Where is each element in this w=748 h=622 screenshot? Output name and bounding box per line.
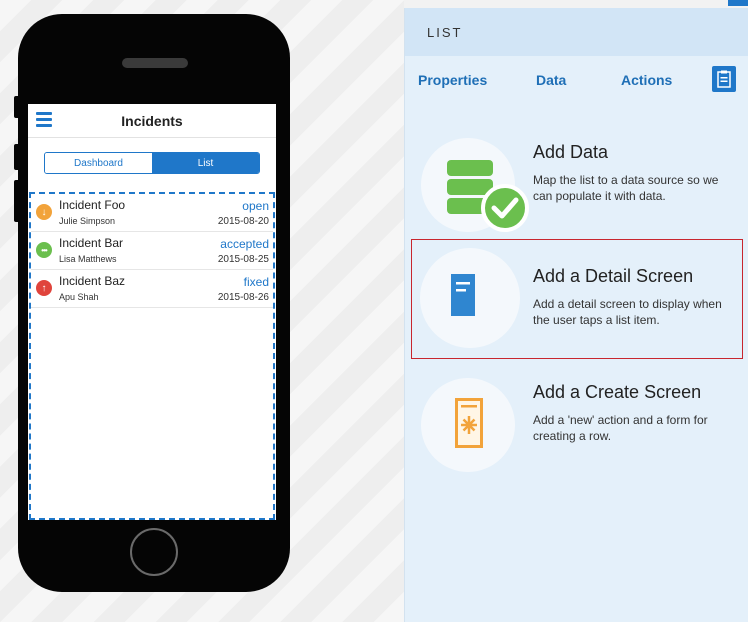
tab-data[interactable]: Data [536, 72, 566, 88]
phone-screen: Incidents Dashboard List ↓ Incident Foo … [28, 104, 276, 520]
incident-person: Julie Simpson [59, 216, 116, 226]
segment-dashboard[interactable]: Dashboard [45, 153, 152, 173]
list-item[interactable]: ↓ Incident Foo Julie Simpson open 2015-0… [31, 194, 273, 232]
phone-volume-up [14, 144, 20, 170]
incident-person: Apu Shah [59, 292, 99, 302]
clipboard-icon[interactable] [712, 66, 736, 92]
card-title: Add a Create Screen [533, 382, 702, 402]
app-title: Incidents [121, 112, 183, 129]
incident-person: Lisa Matthews [59, 254, 117, 264]
card-description: Add a detail screen to display when the … [533, 297, 722, 327]
arrow-up-icon: ↑ [36, 280, 52, 296]
card-title: Add a Detail Screen [533, 266, 694, 286]
incident-date: 2015-08-20 [217, 216, 269, 227]
incident-date: 2015-08-26 [217, 292, 269, 303]
corner-button[interactable] [728, 0, 748, 6]
ellipsis-icon: ••• [36, 242, 52, 258]
phone-mute-switch [14, 96, 20, 118]
panel-header: LIST [405, 8, 748, 56]
incident-title: Incident Bar [59, 236, 124, 250]
create-screen-icon [455, 398, 483, 448]
arrow-down-icon: ↓ [36, 204, 52, 220]
database-check-icon [447, 160, 529, 232]
incident-status: accepted [220, 237, 269, 251]
segment-list[interactable]: List [152, 153, 259, 173]
incident-title: Incident Foo [59, 198, 126, 212]
incident-list[interactable]: ↓ Incident Foo Julie Simpson open 2015-0… [29, 192, 275, 520]
panel-title: LIST [427, 24, 463, 40]
detail-screen-icon [451, 274, 475, 316]
add-detail-screen-card[interactable]: Add a Detail Screen Add a detail screen … [411, 239, 743, 359]
add-create-screen-card[interactable]: Add a Create Screen Add a 'new' action a… [405, 366, 748, 476]
tab-actions[interactable]: Actions [621, 72, 672, 88]
card-description: Map the list to a data source so we can … [533, 173, 719, 203]
list-item[interactable]: ••• Incident Bar Lisa Matthews accepted … [31, 232, 273, 270]
incident-title: Incident Baz [59, 274, 126, 288]
list-item[interactable]: ↑ Incident Baz Apu Shah fixed 2015-08-26 [31, 270, 273, 308]
phone-frame: Incidents Dashboard List ↓ Incident Foo … [14, 14, 290, 592]
incident-status: open [242, 199, 269, 213]
phone-side-button [14, 200, 20, 222]
add-data-card[interactable]: Add Data Map the list to a data source s… [405, 126, 748, 236]
hamburger-menu-icon[interactable] [36, 112, 52, 128]
segmented-control: Dashboard List [44, 152, 260, 174]
app-header: Incidents [28, 104, 276, 138]
card-title: Add Data [533, 142, 609, 162]
properties-panel: LIST Properties Data Actions Add Data Ma… [404, 8, 748, 622]
panel-tabs: Properties Data Actions [405, 56, 748, 104]
card-description: Add a 'new' action and a form for creati… [533, 413, 708, 443]
phone-speaker [122, 58, 188, 68]
incident-date: 2015-08-25 [217, 254, 269, 265]
incident-status: fixed [243, 275, 269, 289]
phone-home-button [130, 528, 178, 576]
tab-properties[interactable]: Properties [418, 72, 487, 88]
